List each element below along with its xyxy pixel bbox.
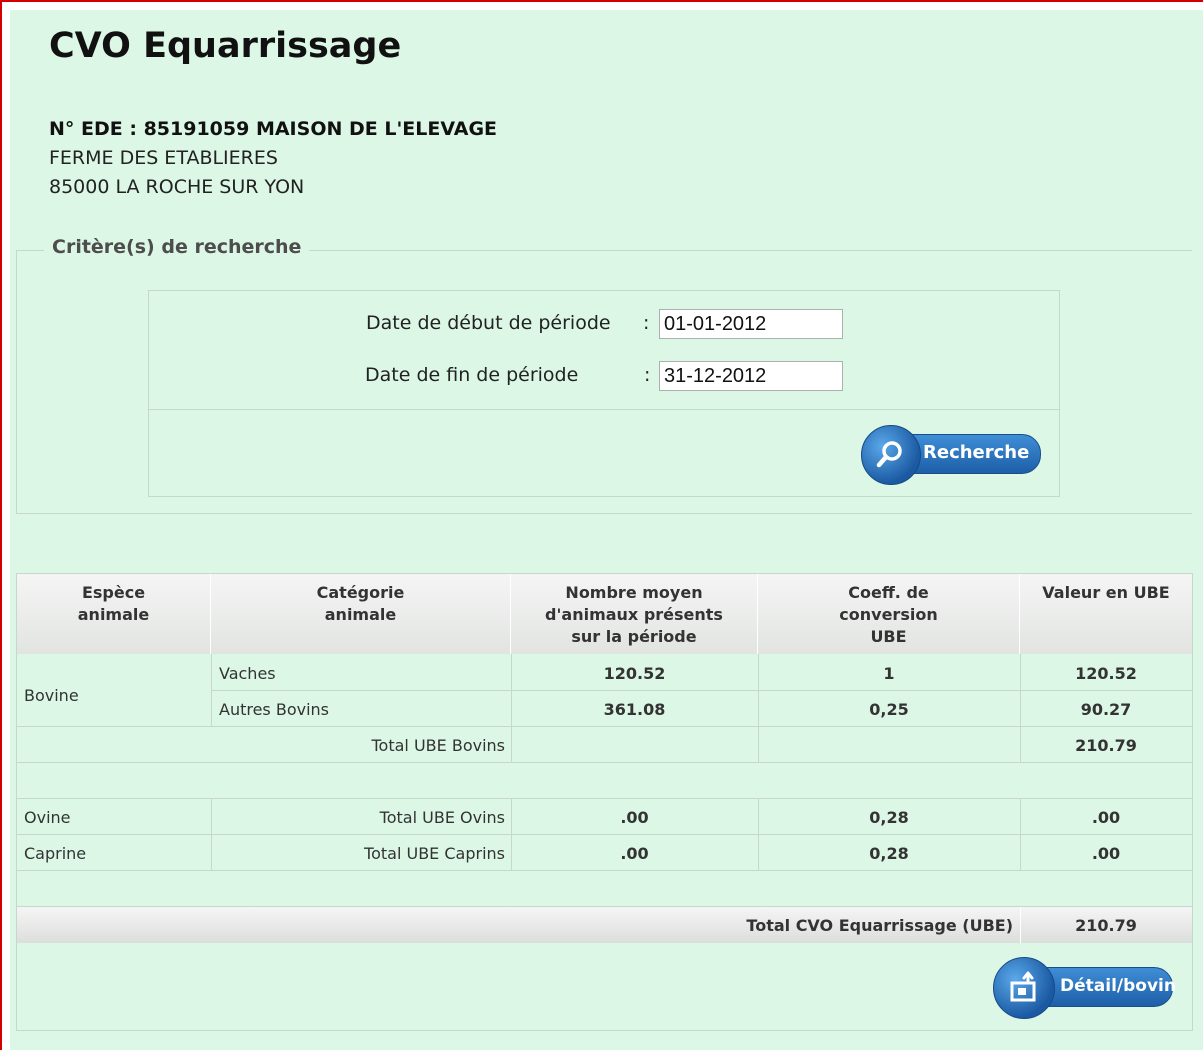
address-line-1: FERME DES ETABLIERES <box>49 147 278 169</box>
header-nombre: Nombre moyen d'animaux présents sur la p… <box>511 574 758 654</box>
search-criteria-legend: Critère(s) de recherche <box>44 236 310 258</box>
coeff-cell: 0,28 <box>869 844 909 863</box>
grid-line <box>17 798 1192 799</box>
header-nombre-line2: d'animaux présents <box>545 605 723 624</box>
grid-line <box>17 870 1192 871</box>
ede-number: N° EDE : 85191059 MAISON DE L'ELEVAGE <box>49 118 498 140</box>
espece-bovine: Bovine <box>24 686 79 705</box>
valeur-cell: .00 <box>1091 808 1121 827</box>
start-date-input[interactable] <box>659 309 843 339</box>
total-bovins-label: Total UBE Bovins <box>371 736 506 755</box>
valeur-cell: 120.52 <box>1075 664 1137 683</box>
coeff-cell: 0,28 <box>869 808 909 827</box>
end-date-colon: : <box>644 364 651 386</box>
document-export-icon <box>1010 971 1036 1002</box>
start-date-colon: : <box>643 312 650 334</box>
grand-total-value: 210.79 <box>1075 916 1137 935</box>
valeur-cell: .00 <box>1091 844 1121 863</box>
start-date-label: Date de début de période <box>366 312 611 334</box>
total-bovins-value: 210.79 <box>1075 736 1137 755</box>
header-nombre-line1: Nombre moyen <box>565 583 703 602</box>
espece-caprine: Caprine <box>24 844 87 863</box>
grand-total-label: Total CVO Equarrissage (UBE) <box>746 916 1013 935</box>
header-valeur-line1: Valeur en UBE <box>1042 583 1170 602</box>
header-espece-line2: animale <box>77 605 150 624</box>
header-categorie-line2: animale <box>324 605 397 624</box>
nombre-cell: 120.52 <box>603 664 666 683</box>
coeff-cell: 1 <box>883 664 895 683</box>
grid-line <box>17 726 1192 727</box>
grid-line <box>211 654 212 726</box>
magnifier-icon <box>876 441 902 468</box>
header-categorie-line1: Catégorie <box>316 583 405 602</box>
header-coeff: Coeff. de conversion UBE <box>758 574 1020 654</box>
header-espece: Espèce animale <box>17 574 211 654</box>
header-coeff-line3: UBE <box>870 627 907 646</box>
header-nombre-line3: sur la période <box>571 627 697 646</box>
detail-bovin-button[interactable]: Détail/bovin <box>993 957 1176 1019</box>
criteria-divider <box>148 409 1060 410</box>
header-valeur: Valeur en UBE <box>1020 574 1192 654</box>
total-caprins-label: Total UBE Caprins <box>364 844 505 863</box>
grid-line <box>211 690 1192 691</box>
nombre-cell: 361.08 <box>603 700 666 719</box>
grid-line <box>17 834 1192 835</box>
search-button-label: Recherche <box>923 442 1030 463</box>
page-title: CVO Equarrissage <box>49 26 402 66</box>
end-date-input[interactable] <box>659 361 843 391</box>
coeff-cell: 0,25 <box>869 700 909 719</box>
total-ovins-label: Total UBE Ovins <box>379 808 505 827</box>
categorie-cell: Vaches <box>219 664 276 683</box>
header-coeff-line2: conversion <box>839 605 938 624</box>
search-button[interactable]: Recherche <box>861 425 1041 485</box>
header-espece-line1: Espèce <box>81 583 146 602</box>
categorie-cell: Autres Bovins <box>219 700 330 719</box>
detail-button-label: Détail/bovin <box>1060 976 1176 996</box>
nombre-cell: .00 <box>620 844 649 863</box>
valeur-cell: 90.27 <box>1080 700 1132 719</box>
end-date-label: Date de fin de période <box>365 364 579 386</box>
header-coeff-line1: Coeff. de <box>848 583 929 602</box>
espece-ovine: Ovine <box>24 808 71 827</box>
grid-line <box>17 762 1192 763</box>
header-categorie: Catégorie animale <box>211 574 511 654</box>
nombre-cell: .00 <box>620 808 649 827</box>
address-line-2: 85000 LA ROCHE SUR YON <box>49 176 305 198</box>
